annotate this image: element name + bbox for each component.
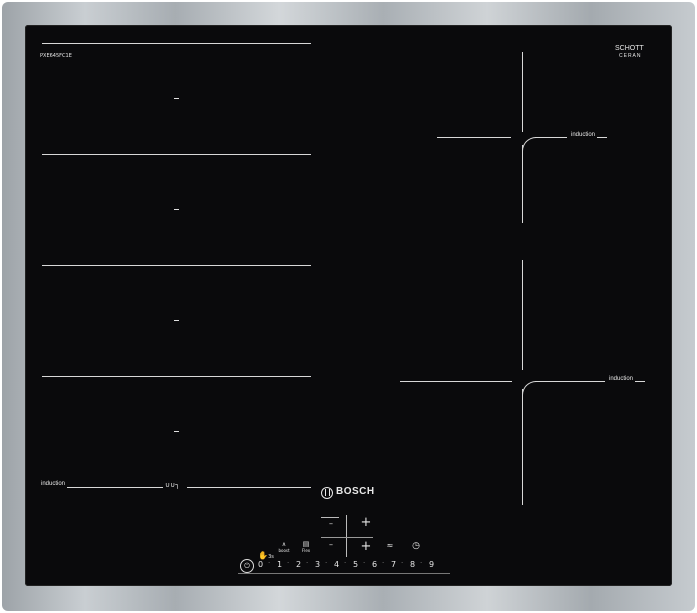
flex-icon: ▤: [302, 540, 310, 548]
frying-sensor-button[interactable]: ≈: [383, 541, 397, 550]
scale-dot: ·: [401, 559, 404, 567]
power-level-4[interactable]: 4: [334, 560, 339, 569]
left-bottom-line-b: [187, 487, 311, 488]
power-level-slider[interactable]: ⏻ 0 1 2 3 4 5 6 7 8 9 · · · · · · · · ·: [238, 559, 450, 574]
zone-center-mark-3: [174, 320, 179, 321]
scale-dot: ·: [363, 559, 366, 567]
power-level-0[interactable]: 0: [258, 560, 263, 569]
zone-center-mark-1: [174, 98, 179, 99]
plus-top-button[interactable]: +: [358, 516, 374, 529]
boost-label: boost: [278, 548, 290, 553]
minus-bottom-button[interactable]: –: [325, 540, 337, 549]
scale-dot: ·: [325, 559, 328, 567]
scale-dot: ·: [306, 559, 309, 567]
minus-top-button[interactable]: –: [325, 519, 337, 528]
left-zone-line-3: [42, 265, 311, 266]
scale-dot: ·: [287, 559, 290, 567]
left-zone-line-2: [42, 154, 311, 155]
minus-top-overline: [321, 517, 339, 518]
brand-logo: BOSCH: [336, 486, 375, 497]
power-level-2[interactable]: 2: [296, 560, 301, 569]
scale-dot: ·: [420, 559, 423, 567]
right-bottom-zone-vline-upper: [522, 260, 523, 370]
right-bottom-zone-corner: [522, 381, 541, 400]
power-icon: ⏻: [244, 562, 250, 570]
model-code: PXE645FC1E: [40, 53, 72, 59]
right-top-zone-hline-right: [597, 137, 607, 138]
right-bottom-zone-hline-right: [635, 381, 645, 382]
power-level-6[interactable]: 6: [372, 560, 377, 569]
plus-bottom-button[interactable]: +: [358, 540, 374, 553]
left-zone-line-4: [42, 376, 311, 377]
flex-zone-icon: ∪∪┐: [165, 481, 180, 489]
scale-dot: ·: [268, 559, 271, 567]
power-level-5[interactable]: 5: [353, 560, 358, 569]
left-zone-line-1: [42, 43, 311, 44]
right-bottom-induction-label: induction: [609, 376, 634, 382]
bosch-armature-icon: [321, 487, 333, 499]
boost-icon: ∧: [281, 541, 287, 548]
right-top-induction-label: induction: [571, 132, 596, 138]
right-top-zone-corner: [522, 137, 541, 156]
timer-button[interactable]: ◷: [409, 541, 423, 551]
right-top-zone-hline-mid: [535, 137, 567, 138]
power-level-3[interactable]: 3: [315, 560, 320, 569]
flex-label: Flex: [301, 548, 311, 553]
power-level-8[interactable]: 8: [410, 560, 415, 569]
right-top-zone-vline-upper: [522, 52, 523, 132]
left-induction-label: induction: [41, 481, 66, 487]
schott-logo-line1: SCHOTT: [615, 45, 644, 52]
right-top-zone-vline-lower: [522, 145, 523, 223]
power-level-7[interactable]: 7: [391, 560, 396, 569]
timer-icon: ◷: [412, 541, 420, 551]
scale-dot: ·: [382, 559, 385, 567]
right-bottom-zone-hline-mid: [535, 381, 605, 382]
zone-center-mark-2: [174, 209, 179, 210]
power-level-9[interactable]: 9: [429, 560, 434, 569]
frying-pan-icon: ≈: [386, 541, 394, 550]
flex-button[interactable]: ▤ Flex: [299, 540, 313, 554]
zone-center-mark-4: [174, 431, 179, 432]
right-bottom-zone-vline-lower: [522, 389, 523, 505]
boost-button[interactable]: ∧ boost: [277, 541, 291, 553]
control-divider-horizontal: [321, 537, 373, 538]
power-level-1[interactable]: 1: [277, 560, 282, 569]
scale-dot: ·: [344, 559, 347, 567]
ceramic-glass-cooktop: PXE645FC1E SCHOTT CERAN induction ∪∪┐ in…: [25, 25, 672, 586]
ceran-logo-line2: CERAN: [619, 53, 642, 59]
right-top-zone-hline-left: [437, 137, 511, 138]
left-bottom-line-a: [67, 487, 163, 488]
control-divider-vertical: [346, 515, 347, 557]
power-button[interactable]: ⏻: [240, 559, 254, 573]
right-bottom-zone-hline-left: [400, 381, 512, 382]
